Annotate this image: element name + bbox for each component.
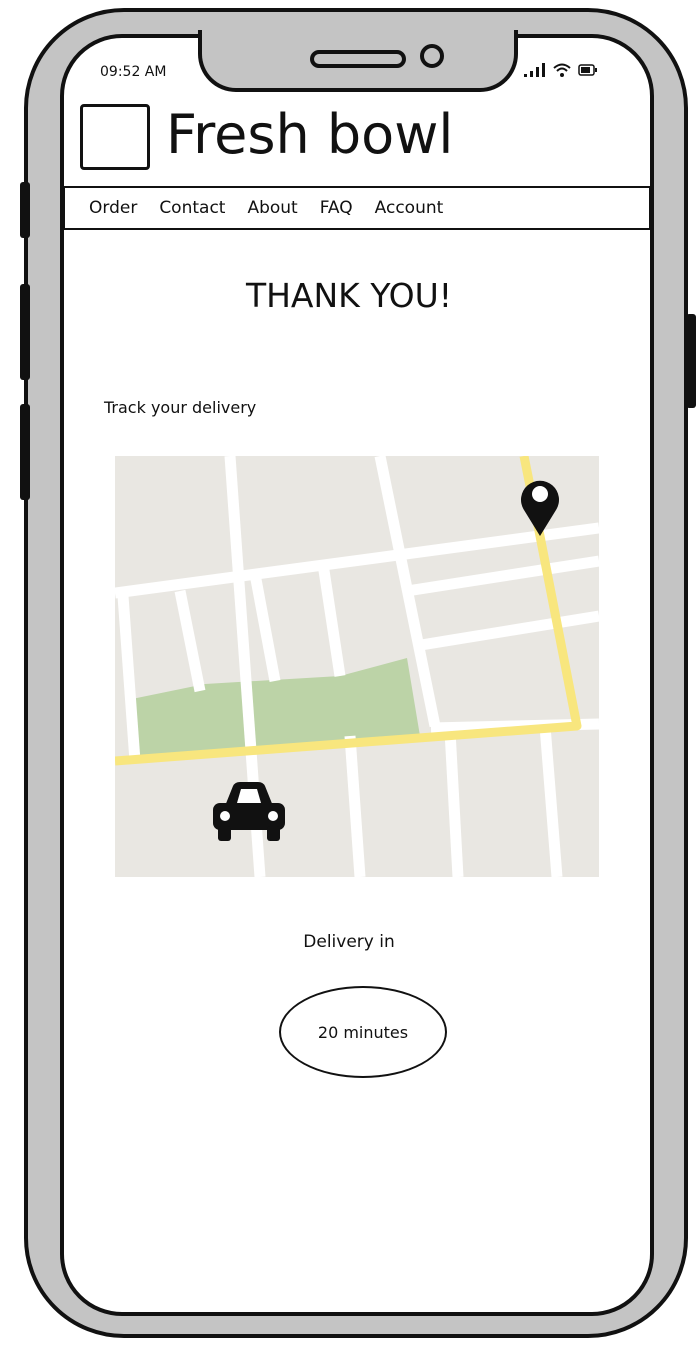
speaker-icon bbox=[310, 50, 406, 68]
logo-placeholder[interactable] bbox=[80, 104, 150, 170]
page-title: THANK YOU! bbox=[245, 276, 453, 315]
signal-icon bbox=[524, 63, 545, 77]
status-time: 09:52 AM bbox=[100, 64, 167, 80]
nav-item-contact[interactable]: Contact bbox=[159, 198, 225, 218]
side-button-left-3 bbox=[20, 404, 30, 500]
side-button-right bbox=[686, 314, 696, 408]
side-button-left-1 bbox=[20, 182, 30, 238]
eta-value: 20 minutes bbox=[317, 1022, 409, 1042]
status-icons bbox=[524, 62, 598, 78]
eta-badge: 20 minutes bbox=[279, 986, 447, 1078]
wifi-icon bbox=[553, 63, 571, 77]
nav-item-account[interactable]: Account bbox=[375, 198, 444, 218]
nav-item-faq[interactable]: FAQ bbox=[320, 198, 353, 218]
nav-item-order[interactable]: Order bbox=[89, 198, 137, 218]
nav-item-about[interactable]: About bbox=[247, 198, 297, 218]
track-delivery-label: Track your delivery bbox=[104, 398, 257, 417]
nav-bar: Order Contact About FAQ Account bbox=[63, 186, 651, 230]
delivery-map[interactable] bbox=[115, 456, 599, 877]
delivery-in-label: Delivery in bbox=[303, 932, 395, 952]
battery-icon bbox=[578, 64, 597, 76]
camera-icon bbox=[420, 44, 444, 68]
app-title: Fresh bowl bbox=[166, 103, 454, 166]
